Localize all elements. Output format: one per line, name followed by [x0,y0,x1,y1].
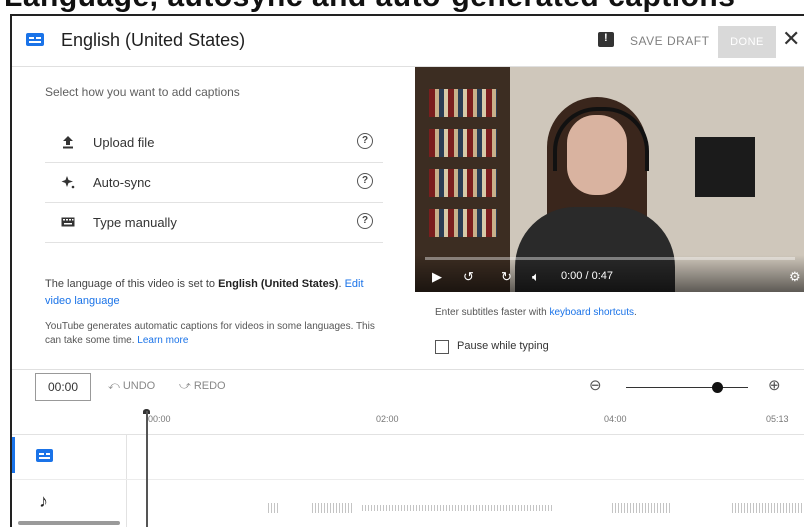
auto-captions-info: YouTube generates automatic captions for… [45,321,375,346]
upload-icon [63,136,73,149]
pause-while-typing-label: Pause while typing [457,340,549,352]
option-upload-file[interactable]: Upload file ? [45,122,383,163]
timeline-scrollbar[interactable] [18,521,120,525]
keyboard-shortcuts-link[interactable]: keyboard shortcuts [550,307,635,318]
redo-button[interactable]: ⤻ REDO [179,380,226,393]
help-icon[interactable]: ? [357,173,373,189]
video-language-info: The language of this video is set to Eng… [45,278,364,307]
tick-label: 05:13 [766,414,789,424]
undo-button[interactable]: ⤺ UNDO [108,380,155,393]
caption-method-pane: Select how you want to add captions Uplo… [12,67,410,370]
tick-label: 04:00 [604,414,627,424]
timeline-tracks: ♪ [12,434,804,527]
pause-while-typing-checkbox[interactable] [435,340,449,354]
rewind-icon[interactable]: ↺ [463,269,474,285]
option-label: Auto-sync [93,175,151,190]
shortcut-hint: Enter subtitles faster with keyboard sho… [435,307,637,318]
subtitles-icon [26,33,44,46]
dialog-header: English (United States) SAVE DRAFT DONE … [12,16,804,67]
keyboard-icon [61,217,75,227]
banner-text: Language, autosync and auto-generated ca… [4,0,735,14]
zoom-slider-handle[interactable] [712,382,723,393]
video-time: 0:00 / 0:47 [561,270,613,282]
learn-more-link[interactable]: Learn more [137,335,188,346]
audio-waveform [268,503,280,513]
tick-label: 02:00 [376,414,399,424]
subtitle-track-icon[interactable] [36,449,53,462]
option-auto-sync[interactable]: Auto-sync ? [45,162,383,203]
video-player[interactable]: ▶ ↺ ↻ 🔈︎ 0:00 / 0:47 ⚙ [415,67,804,292]
feedback-icon[interactable] [598,32,614,47]
zoom-out-icon[interactable]: ⊖ [589,376,602,394]
option-label: Type manually [93,215,177,230]
dialog-title: English (United States) [61,30,246,50]
playhead[interactable] [146,411,148,527]
help-icon[interactable]: ? [357,213,373,229]
close-icon[interactable]: ✕ [782,26,800,52]
option-type-manually[interactable]: Type manually ? [45,202,383,243]
current-time-field[interactable]: 00:00 [35,373,91,401]
done-button[interactable]: DONE [718,26,776,58]
video-progress-bar[interactable] [425,257,795,260]
timeline-toolbar: 00:00 ⤺ UNDO ⤻ REDO ⊖ ⊕ [12,369,804,410]
player-controls: ▶ ↺ ↻ 🔈︎ 0:00 / 0:47 ⚙ [415,255,804,292]
save-draft-button[interactable]: SAVE DRAFT [630,34,709,48]
sparkle-icon [61,176,75,189]
zoom-slider[interactable] [626,387,748,388]
timeline-ruler: 00:00 02:00 04:00 05:13 [12,409,804,435]
help-icon[interactable]: ? [357,133,373,149]
video-language-name: English (United States) [218,278,339,290]
zoom-in-icon[interactable]: ⊕ [768,376,781,394]
audio-track-icon: ♪ [39,491,48,511]
settings-icon[interactable]: ⚙ [789,269,801,285]
undo-icon: ⤺ [108,380,123,392]
banner-cropped-text: Language, autosync and auto-generated ca… [0,0,804,14]
play-icon[interactable]: ▶ [432,269,442,285]
redo-icon: ⤻ [179,380,194,392]
tick-label: 00:00 [148,414,171,424]
volume-icon[interactable]: 🔈︎ [532,269,540,285]
option-label: Upload file [93,135,155,150]
forward-icon[interactable]: ↻ [501,269,512,285]
active-track-indicator [12,437,15,473]
subtitle-editor-dialog: English (United States) SAVE DRAFT DONE … [10,14,804,527]
method-prompt: Select how you want to add captions [45,85,240,99]
